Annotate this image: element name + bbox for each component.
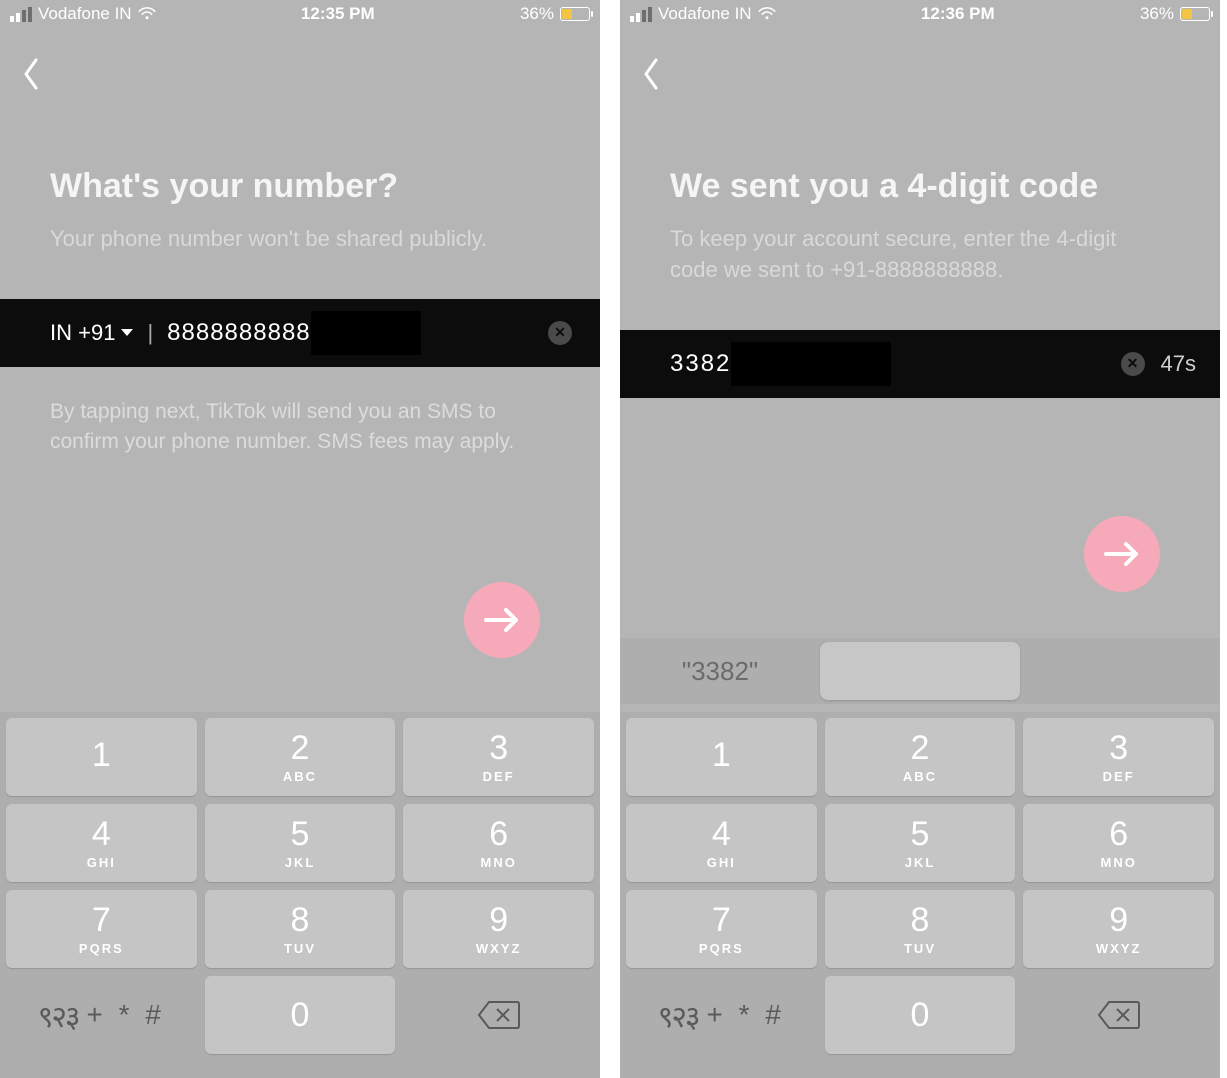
battery-percent: 36% <box>520 4 554 24</box>
phone-number-value[interactable]: 8888888888 <box>167 319 310 347</box>
key-9[interactable]: 9WXYZ <box>403 890 594 968</box>
key-5[interactable]: 5JKL <box>205 804 396 882</box>
key-3[interactable]: 3DEF <box>1023 718 1214 796</box>
key-8[interactable]: 8TUV <box>205 890 396 968</box>
key-7[interactable]: 7PQRS <box>626 890 817 968</box>
next-button[interactable] <box>1084 516 1160 592</box>
key-6[interactable]: 6MNO <box>1023 804 1214 882</box>
wifi-icon <box>138 7 156 21</box>
helper-text: By tapping next, TikTok will send you an… <box>0 367 600 458</box>
battery-icon <box>1180 7 1210 21</box>
country-code-selector[interactable]: IN +91 <box>50 320 133 346</box>
status-bar: Vodafone IN 12:36 PM 36% <box>620 0 1220 28</box>
clock: 12:36 PM <box>921 4 995 24</box>
screen-phone-entry: Vodafone IN 12:35 PM 36% What's your num… <box>0 0 600 1078</box>
key-delete[interactable] <box>1023 976 1214 1054</box>
key-2[interactable]: 2ABC <box>825 718 1016 796</box>
page-subtitle: To keep your account secure, enter the 4… <box>670 224 1170 286</box>
screen-code-entry: Vodafone IN 12:36 PM 36% We sent you a 4… <box>620 0 1220 1078</box>
key-globe[interactable]: ९२३+ * # <box>626 976 817 1054</box>
suggestion-center[interactable] <box>820 642 1020 700</box>
numeric-keypad: 1 2ABC 3DEF 4GHI 5JKL 6MNO 7PQRS 8TUV 9W… <box>0 712 600 1078</box>
key-5[interactable]: 5JKL <box>825 804 1016 882</box>
key-1[interactable]: 1 <box>6 718 197 796</box>
keyboard-suggestion-bar: "3382" <box>620 638 1220 704</box>
key-9[interactable]: 9WXYZ <box>1023 890 1214 968</box>
country-code-label: IN +91 <box>50 320 115 346</box>
key-6[interactable]: 6MNO <box>403 804 594 882</box>
phone-input-row[interactable]: IN +91 | 8888888888 ✕ <box>0 299 600 367</box>
clear-input-button[interactable]: ✕ <box>1121 352 1145 376</box>
key-4[interactable]: 4GHI <box>6 804 197 882</box>
battery-icon <box>560 7 590 21</box>
key-1[interactable]: 1 <box>626 718 817 796</box>
next-button[interactable] <box>464 582 540 658</box>
battery-percent: 36% <box>1140 4 1174 24</box>
carrier-label: Vodafone IN <box>658 4 752 24</box>
key-2[interactable]: 2ABC <box>205 718 396 796</box>
page-subtitle: Your phone number won't be shared public… <box>50 224 550 255</box>
key-globe[interactable]: ९२३+ * # <box>6 976 197 1054</box>
key-7[interactable]: 7PQRS <box>6 890 197 968</box>
backspace-icon <box>477 1000 521 1030</box>
page-title: We sent you a 4-digit code <box>670 167 1170 206</box>
carrier-label: Vodafone IN <box>38 4 132 24</box>
signal-icon <box>630 7 652 22</box>
key-delete[interactable] <box>403 976 594 1054</box>
resend-timer: 47s <box>1161 351 1196 377</box>
chevron-down-icon <box>121 329 133 336</box>
numeric-keypad: 1 2ABC 3DEF 4GHI 5JKL 6MNO 7PQRS 8TUV 9W… <box>620 712 1220 1078</box>
back-button[interactable] <box>20 79 42 96</box>
redacted-block <box>311 311 421 355</box>
status-bar: Vodafone IN 12:35 PM 36% <box>0 0 600 28</box>
key-4[interactable]: 4GHI <box>626 804 817 882</box>
key-3[interactable]: 3DEF <box>403 718 594 796</box>
code-input-row[interactable]: 3382 ✕ 47s <box>620 330 1220 398</box>
suggestion-item[interactable]: "3382" <box>620 656 820 687</box>
redacted-block <box>731 342 891 386</box>
key-0[interactable]: 0 <box>205 976 396 1054</box>
key-8[interactable]: 8TUV <box>825 890 1016 968</box>
clear-input-button[interactable]: ✕ <box>548 321 572 345</box>
wifi-icon <box>758 7 776 21</box>
key-0[interactable]: 0 <box>825 976 1016 1054</box>
backspace-icon <box>1097 1000 1141 1030</box>
signal-icon <box>10 7 32 22</box>
divider: | <box>147 320 153 346</box>
code-value[interactable]: 3382 <box>670 350 731 378</box>
back-button[interactable] <box>640 79 662 96</box>
clock: 12:35 PM <box>301 4 375 24</box>
page-title: What's your number? <box>50 167 550 206</box>
